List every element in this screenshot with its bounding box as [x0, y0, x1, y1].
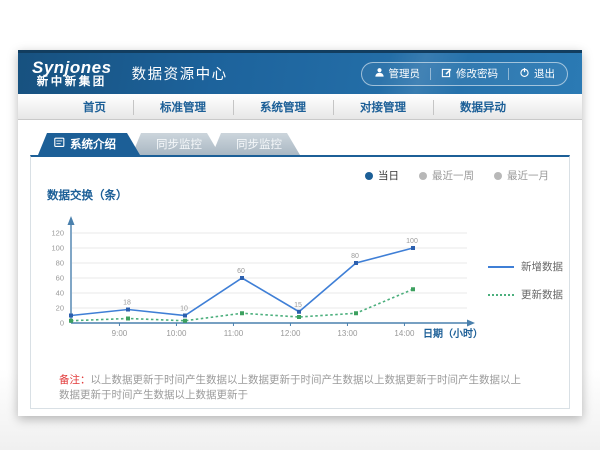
- toolbar-divider: [508, 68, 509, 80]
- content-panel: 当日 最近一周 最近一月 数据交换（条） 0 20 40 60 80 100 120 9:00…: [30, 155, 570, 409]
- svg-text:100: 100: [51, 244, 64, 253]
- footnote-text: 以上数据更新于时间产生数据以上数据更新于时间产生数据以上数据更新于时间产生数据以…: [59, 374, 521, 401]
- svg-text:14:00: 14:00: [394, 329, 415, 338]
- main-nav: 首页 标准管理 系统管理 对接管理 数据异动: [18, 94, 582, 120]
- user-menu-label: 管理员: [389, 66, 421, 81]
- nav-item-data-change[interactable]: 数据异动: [433, 99, 533, 115]
- footnote-prefix: 备注：: [59, 374, 91, 386]
- legend-label: 更新数据: [521, 287, 563, 302]
- power-icon: [519, 67, 530, 81]
- svg-text:60: 60: [237, 268, 245, 275]
- filter-today[interactable]: 当日: [365, 168, 399, 183]
- chart-block: 0 20 40 60 80 100 120 9:00 10:00 11:00 12:00 13:00 1…: [31, 203, 569, 353]
- tab-label: 同步监控: [236, 136, 282, 152]
- data-exchange-line-chart: 0 20 40 60 80 100 120 9:00 10:00 11:00 12:00 13:00 1…: [31, 203, 486, 353]
- time-range-filters: 当日 最近一周 最近一月: [365, 168, 549, 183]
- legend-item-new-data[interactable]: 新增数据: [488, 259, 563, 274]
- y-axis-title: 数据交换（条）: [47, 187, 569, 203]
- tab-label: 同步监控: [156, 136, 202, 152]
- app-header: Synjones 新中新集团 数据资源中心 管理员 修改密码 退出: [18, 50, 582, 94]
- brand-logo-en: Synjones: [32, 59, 112, 77]
- app-title: 数据资源中心: [132, 63, 228, 84]
- form-icon: [54, 137, 65, 151]
- toolbar-divider: [430, 68, 431, 80]
- svg-text:9:00: 9:00: [112, 329, 128, 338]
- filter-last-month[interactable]: 最近一月: [494, 168, 549, 183]
- svg-text:18: 18: [123, 300, 131, 307]
- tab-sync-monitor-2[interactable]: 同步监控: [212, 133, 300, 155]
- logout-button[interactable]: 退出: [519, 66, 555, 81]
- filter-label: 当日: [378, 168, 399, 183]
- svg-text:13:00: 13:00: [337, 329, 358, 338]
- brand-logo[interactable]: Synjones 新中新集团: [32, 59, 112, 89]
- page-background: Synjones 新中新集团 数据资源中心 管理员 修改密码 退出: [0, 0, 600, 450]
- edit-icon: [441, 67, 452, 81]
- svg-text:11:00: 11:00: [224, 329, 244, 338]
- user-menu-button[interactable]: 管理员: [374, 66, 421, 81]
- legend-item-updated-data[interactable]: 更新数据: [488, 287, 563, 302]
- content-area: 系统介绍 同步监控 同步监控 当日 最近一周: [18, 120, 582, 409]
- svg-text:60: 60: [56, 274, 64, 283]
- tab-label: 系统介绍: [70, 136, 116, 152]
- svg-text:80: 80: [56, 259, 64, 268]
- filter-label: 最近一月: [507, 168, 549, 183]
- svg-text:10:00: 10:00: [166, 329, 187, 338]
- nav-item-standard-mgmt[interactable]: 标准管理: [133, 99, 233, 115]
- radio-dot-icon: [365, 172, 373, 180]
- svg-text:10: 10: [180, 306, 188, 313]
- logout-label: 退出: [534, 66, 555, 81]
- brand-logo-cn: 新中新集团: [32, 76, 112, 88]
- svg-text:40: 40: [56, 289, 64, 298]
- svg-text:0: 0: [60, 319, 64, 328]
- dotted-line-swatch-icon: [488, 294, 514, 296]
- user-icon: [374, 67, 385, 81]
- nav-item-home[interactable]: 首页: [56, 99, 133, 115]
- radio-dot-icon: [494, 172, 502, 180]
- svg-text:12:00: 12:00: [280, 329, 301, 338]
- nav-item-system-mgmt[interactable]: 系统管理: [233, 99, 333, 115]
- change-password-label: 修改密码: [456, 66, 498, 81]
- app-window: Synjones 新中新集团 数据资源中心 管理员 修改密码 退出: [18, 50, 582, 416]
- user-toolbar: 管理员 修改密码 退出: [361, 62, 569, 86]
- radio-dot-icon: [419, 172, 427, 180]
- svg-text:80: 80: [351, 253, 359, 260]
- tab-sync-monitor-1[interactable]: 同步监控: [132, 133, 220, 155]
- filter-label: 最近一周: [432, 168, 474, 183]
- legend-label: 新增数据: [521, 259, 563, 274]
- svg-text:日期（小时）: 日期（小时）: [423, 327, 483, 340]
- change-password-button[interactable]: 修改密码: [441, 66, 498, 81]
- tab-system-intro[interactable]: 系统介绍: [38, 133, 140, 155]
- chart-legend: 新增数据 更新数据: [488, 259, 563, 302]
- tab-bar: 系统介绍 同步监控 同步监控: [38, 133, 570, 155]
- svg-text:100: 100: [406, 238, 418, 245]
- footnote: 备注：以上数据更新于时间产生数据以上数据更新于时间产生数据以上数据更新于时间产生…: [59, 373, 531, 402]
- svg-text:15: 15: [294, 302, 302, 309]
- svg-text:120: 120: [51, 229, 64, 238]
- svg-text:20: 20: [56, 304, 64, 313]
- filter-last-week[interactable]: 最近一周: [419, 168, 474, 183]
- solid-line-swatch-icon: [488, 266, 514, 268]
- nav-item-integration-mgmt[interactable]: 对接管理: [333, 99, 433, 115]
